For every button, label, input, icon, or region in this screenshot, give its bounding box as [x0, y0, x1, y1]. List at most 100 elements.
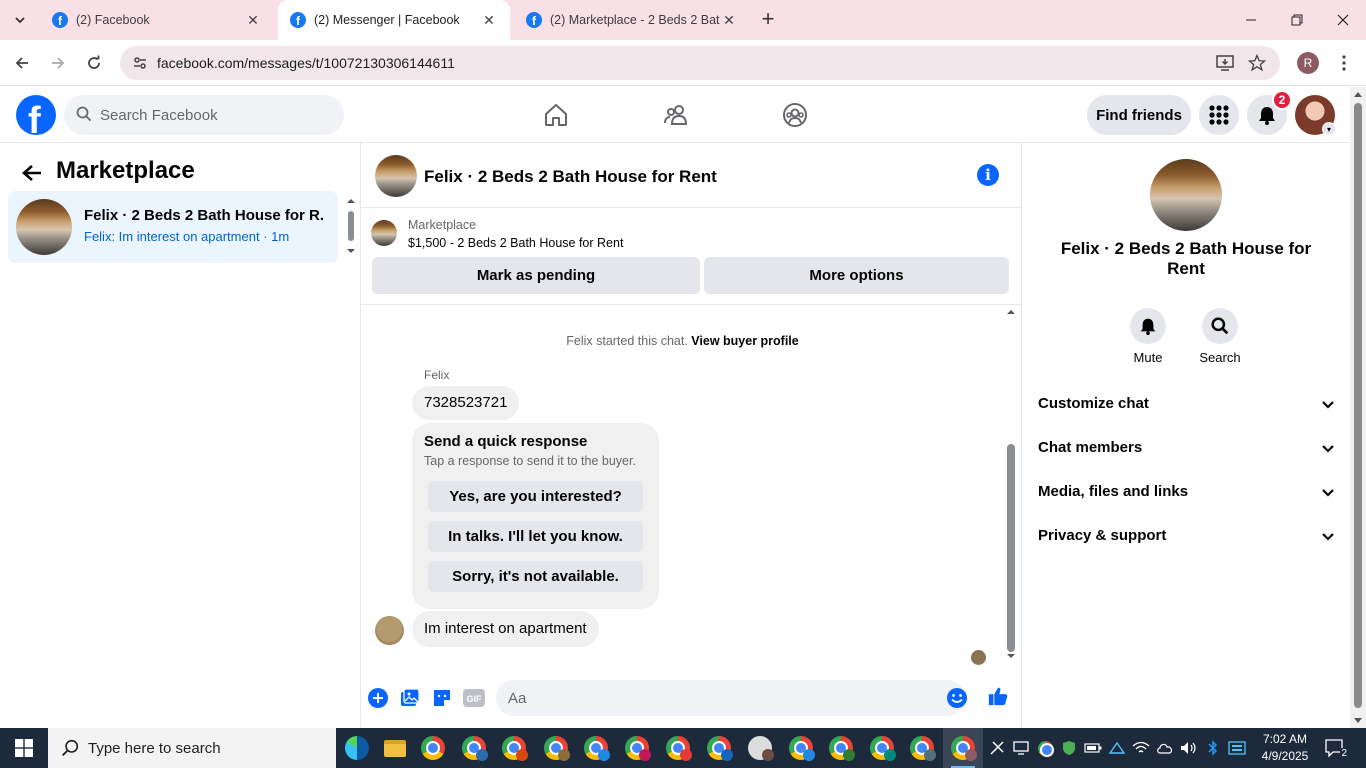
scroll-down-icon[interactable] [1354, 718, 1362, 723]
quick-response-option[interactable]: Yes, are you interested? [428, 481, 643, 512]
facebook-search[interactable] [64, 95, 344, 135]
tray-chrome-icon[interactable] [1035, 738, 1055, 758]
browser-tab-marketplace[interactable]: f (2) Marketplace - 2 Beds 2 Bath House … [514, 0, 750, 40]
listing-price-title[interactable]: $1,500 - 2 Beds 2 Bath House for Rent [408, 236, 623, 250]
quick-response-option[interactable]: Sorry, it's not available. [428, 561, 643, 592]
tray-battery-icon[interactable] [1083, 738, 1103, 758]
details-avatar[interactable] [1150, 159, 1222, 231]
taskbar-chrome-profile[interactable] [658, 728, 698, 768]
taskbar-chrome-active[interactable] [943, 728, 983, 768]
back-to-marketplace-button[interactable] [20, 161, 44, 185]
chat-title[interactable]: Felix · 2 Beds 2 Bath House for Rent [424, 167, 717, 187]
mark-as-pending-button[interactable]: Mark as pending [372, 257, 700, 294]
gif-button[interactable]: GIF [463, 687, 485, 709]
page-scroll-thumb[interactable] [1354, 103, 1362, 708]
message-input-wrapper[interactable] [496, 680, 968, 716]
facebook-logo[interactable]: f [16, 95, 56, 135]
taskbar-chrome-profile[interactable] [821, 728, 861, 768]
tray-shield-icon[interactable] [1059, 738, 1079, 758]
reload-button[interactable] [80, 49, 108, 77]
privacy-support-section[interactable]: Privacy & support [1030, 515, 1346, 559]
bookmark-button[interactable] [1246, 52, 1268, 74]
conversation-item[interactable]: Felix · 2 Beds 2 Bath House for R... Fel… [8, 191, 338, 263]
install-app-button[interactable] [1214, 52, 1236, 74]
mute-action[interactable]: Mute [1118, 308, 1178, 365]
taskbar-chrome-profile[interactable] [576, 728, 616, 768]
account-chevron-icon[interactable]: ▾ [1322, 122, 1336, 136]
taskbar-chrome-profile[interactable] [454, 728, 494, 768]
browser-profile-avatar[interactable]: R [1297, 52, 1319, 74]
site-info-button[interactable] [128, 51, 152, 75]
start-button[interactable] [0, 728, 48, 768]
taskbar-chrome-profile[interactable] [902, 728, 942, 768]
new-tab-button[interactable]: + [756, 8, 780, 32]
tray-wifi-icon[interactable] [1131, 738, 1151, 758]
close-tab-icon[interactable]: ✕ [720, 11, 738, 29]
attach-photo-button[interactable] [399, 687, 421, 709]
action-center-button[interactable]: 2 [1322, 737, 1348, 759]
taskbar-chrome[interactable] [413, 728, 453, 768]
taskbar-file-explorer[interactable] [375, 728, 415, 768]
quick-response-option[interactable]: In talks. I'll let you know. [428, 521, 643, 552]
tray-bluetooth-icon[interactable] [1203, 738, 1223, 758]
listing-thumbnail[interactable] [371, 220, 397, 246]
chat-members-section[interactable]: Chat members [1030, 427, 1346, 471]
taskbar-chrome-profile[interactable] [617, 728, 657, 768]
scroll-up-icon[interactable] [1354, 92, 1362, 97]
taskbar-clock[interactable]: 7:02 AM 4/9/2025 [1255, 731, 1315, 765]
nav-home[interactable] [540, 99, 572, 131]
chat-avatar[interactable] [375, 155, 417, 197]
chat-scrollbar[interactable] [1004, 306, 1018, 666]
tray-app-icon[interactable] [987, 738, 1007, 758]
taskbar-chrome-profile[interactable] [740, 728, 780, 768]
media-files-links-section[interactable]: Media, files and links [1030, 471, 1346, 515]
find-friends-button[interactable]: Find friends [1087, 95, 1191, 135]
message-input[interactable] [508, 680, 908, 716]
sticker-button[interactable] [431, 687, 453, 709]
close-window-button[interactable] [1320, 0, 1366, 40]
customize-chat-section[interactable]: Customize chat [1030, 383, 1346, 427]
more-options-button[interactable]: More options [704, 257, 1009, 294]
chat-scroll-thumb[interactable] [1007, 444, 1015, 652]
browser-tab-facebook[interactable]: f (2) Facebook ✕ [40, 0, 274, 40]
tray-network-app-icon[interactable] [1107, 738, 1127, 758]
restore-button[interactable] [1274, 0, 1320, 40]
nav-groups[interactable] [779, 99, 811, 131]
forward-button[interactable] [44, 49, 72, 77]
taskbar-search[interactable]: Type here to search [48, 728, 336, 768]
like-button[interactable] [987, 685, 1009, 707]
nav-friends[interactable] [660, 99, 692, 131]
conversation-info-icon[interactable]: i [977, 164, 999, 186]
taskbar-chrome-profile[interactable] [494, 728, 534, 768]
page-scrollbar[interactable] [1350, 87, 1366, 728]
tray-display-icon[interactable] [1011, 738, 1031, 758]
close-tab-icon[interactable]: ✕ [480, 11, 498, 29]
sidebar-scrollbar[interactable] [346, 195, 356, 255]
tray-cloud-icon[interactable] [1155, 738, 1175, 758]
omnibox[interactable]: facebook.com/messages/t/1007213030614461… [120, 46, 1280, 80]
tray-keyboard-icon[interactable] [1227, 738, 1247, 758]
browser-tab-messenger[interactable]: f (2) Messenger | Facebook ✕ [278, 0, 510, 40]
close-tab-icon[interactable]: ✕ [244, 11, 262, 29]
facebook-search-input[interactable] [100, 95, 330, 135]
tab-search-dropdown[interactable] [8, 8, 32, 32]
taskbar-edge[interactable] [337, 728, 377, 768]
view-buyer-profile-link[interactable]: View buyer profile [691, 334, 798, 348]
message-bubble[interactable]: Im interest on apartment [412, 611, 599, 647]
message-bubble[interactable]: 7328523721 [412, 386, 520, 420]
taskbar-chrome-profile[interactable] [781, 728, 821, 768]
url-text[interactable]: facebook.com/messages/t/1007213030614461… [157, 55, 455, 71]
browser-menu-button[interactable] [1334, 51, 1354, 75]
sender-avatar[interactable] [375, 616, 404, 645]
taskbar-chrome-profile[interactable] [862, 728, 902, 768]
windows-logo-icon [15, 739, 33, 757]
taskbar-chrome-profile[interactable] [536, 728, 576, 768]
menu-button[interactable] [1199, 95, 1239, 135]
taskbar-chrome-profile[interactable] [699, 728, 739, 768]
search-action[interactable]: Search [1190, 308, 1250, 365]
emoji-button[interactable] [946, 687, 968, 709]
more-actions-button[interactable] [367, 687, 389, 709]
minimize-button[interactable] [1228, 0, 1274, 40]
tray-volume-icon[interactable] [1179, 738, 1199, 758]
back-button[interactable] [8, 49, 36, 77]
